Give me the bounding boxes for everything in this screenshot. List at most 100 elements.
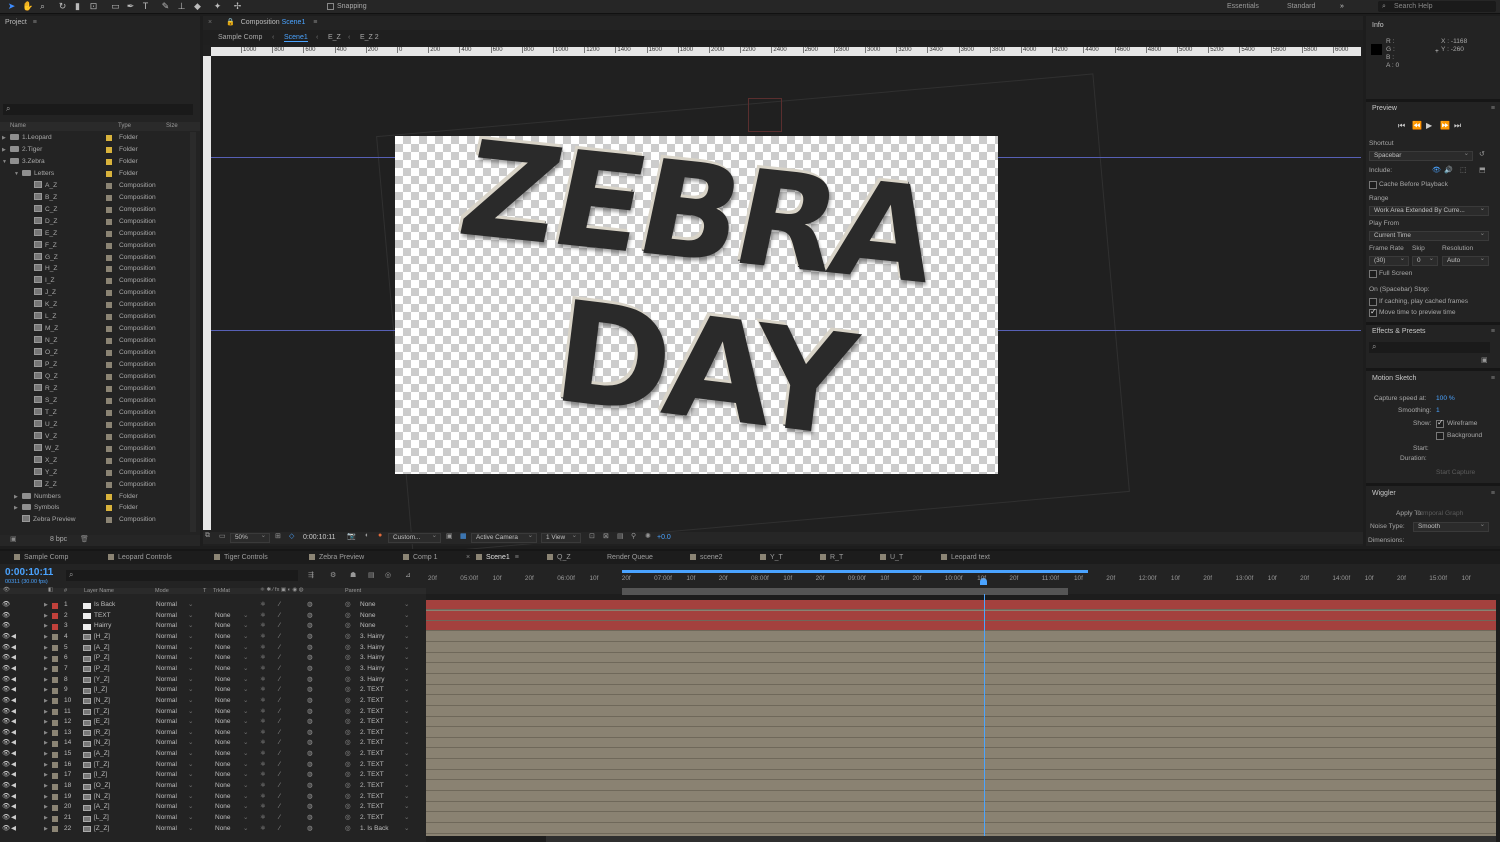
new-preset-icon[interactable]: ▣ <box>1481 356 1488 364</box>
layer-name[interactable]: Is Back <box>94 600 115 611</box>
chevron-down-icon[interactable]: ⌄ <box>404 781 409 792</box>
parent-dropdown[interactable]: 2. TEXT <box>360 749 384 760</box>
parent-pickwhip-icon[interactable]: ◎ <box>345 792 351 803</box>
layer-name[interactable]: [N_Z] <box>94 738 110 749</box>
layer-mode-dropdown[interactable]: Normal <box>156 675 177 686</box>
visibility-eye-icon[interactable]: 👁 <box>2 696 10 707</box>
shy-switch-icon[interactable]: ⚛ <box>260 824 266 835</box>
expand-layer-icon[interactable]: ▶ <box>44 707 48 718</box>
chevron-down-icon[interactable]: ⌄ <box>404 653 409 664</box>
parent-pickwhip-icon[interactable]: ◎ <box>345 600 351 611</box>
layer-row[interactable]: 👁 ◀ ▶ 17 [I_Z] Normal ⌄ None ⌄ ⚛ ⁄ ◍ ◎ 2. TEXT ⌄ <box>0 770 426 781</box>
project-item[interactable]: R_Z Composition <box>0 383 188 395</box>
parent-dropdown[interactable]: 3. Hairry <box>360 664 385 675</box>
trkmat-dropdown[interactable]: None <box>215 707 231 718</box>
label-color-swatch[interactable] <box>106 242 112 249</box>
parent-dropdown[interactable]: 2. TEXT <box>360 770 384 781</box>
chevron-down-icon[interactable]: ⌄ <box>404 824 409 835</box>
mask-visibility-icon[interactable]: ◇ <box>289 532 294 540</box>
collapse-switch-icon[interactable]: ◍ <box>307 738 313 749</box>
label-color-swatch[interactable] <box>106 182 112 189</box>
quality-switch-icon[interactable]: ⁄ <box>279 675 280 686</box>
parent-pickwhip-icon[interactable]: ◎ <box>345 717 351 728</box>
layer-name[interactable]: [I_Z] <box>94 770 107 781</box>
shy-switch-icon[interactable]: ⚛ <box>260 770 266 781</box>
layer-name[interactable]: [H_Z] <box>94 632 110 643</box>
layer-track-bar[interactable] <box>426 791 1496 802</box>
parent-pickwhip-icon[interactable]: ◎ <box>345 781 351 792</box>
label-color-swatch[interactable] <box>106 493 112 500</box>
collapse-switch-icon[interactable]: ◍ <box>307 653 313 664</box>
reset-icon[interactable]: ↺ <box>1479 150 1485 158</box>
quality-switch-icon[interactable]: ⁄ <box>279 738 280 749</box>
disclosure-triangle-icon[interactable]: ▶ <box>14 491 18 503</box>
layer-label-color[interactable] <box>52 698 58 705</box>
panel-menu-icon[interactable]: ≡ <box>1491 375 1495 382</box>
label-color-swatch[interactable] <box>106 338 112 345</box>
shy-switch-icon[interactable]: ⚛ <box>260 760 266 771</box>
chevron-down-icon[interactable]: ⌄ <box>188 653 193 664</box>
layer-track-bar[interactable] <box>426 621 1496 632</box>
composition-canvas[interactable]: ZEBRA DAY <box>395 136 998 474</box>
shy-switch-icon[interactable]: ⚛ <box>260 611 266 622</box>
expand-layer-icon[interactable]: ▶ <box>44 600 48 611</box>
expand-layer-icon[interactable]: ▶ <box>44 813 48 824</box>
resolution-dropdown[interactable]: Custom... <box>388 533 441 543</box>
project-item[interactable]: Y_Z Composition <box>0 467 188 479</box>
layer-name[interactable]: [A_Z] <box>94 643 110 654</box>
audio-icon[interactable]: ◀ <box>11 792 16 803</box>
chevron-down-icon[interactable]: ⌄ <box>243 813 248 824</box>
quality-switch-icon[interactable]: ⁄ <box>279 621 280 632</box>
chevron-down-icon[interactable]: ⌄ <box>243 792 248 803</box>
collapse-switch-icon[interactable]: ◍ <box>307 685 313 696</box>
hand-tool-icon[interactable]: ✋ <box>22 1 33 12</box>
layer-label-color[interactable] <box>52 666 58 673</box>
project-item[interactable]: P_Z Composition <box>0 359 188 371</box>
quality-switch-icon[interactable]: ⁄ <box>279 632 280 643</box>
chevron-down-icon[interactable]: ⌄ <box>188 824 193 835</box>
timeline-tab[interactable]: Q_Z <box>547 554 571 561</box>
chevron-down-icon[interactable]: ⌄ <box>404 600 409 611</box>
collapse-switch-icon[interactable]: ◍ <box>307 749 313 760</box>
chevron-down-icon[interactable]: ⌄ <box>243 611 248 622</box>
quality-switch-icon[interactable]: ⁄ <box>279 760 280 771</box>
layer-mode-dropdown[interactable]: Normal <box>156 738 177 749</box>
layer-name[interactable]: [T_Z] <box>94 760 109 771</box>
trkmat-dropdown[interactable]: None <box>215 760 231 771</box>
disclosure-triangle-icon[interactable]: ▶ <box>14 502 18 514</box>
chevron-down-icon[interactable]: ⌄ <box>188 675 193 686</box>
layer-track-bar[interactable] <box>426 695 1496 706</box>
flowchart-icon[interactable]: ⚲ <box>631 532 636 540</box>
close-tab-icon[interactable]: × <box>208 19 212 26</box>
disclosure-triangle-icon[interactable]: ▼ <box>14 168 19 180</box>
quality-switch-icon[interactable]: ⁄ <box>279 717 280 728</box>
project-item[interactable]: F_Z Composition <box>0 240 188 252</box>
parent-dropdown[interactable]: 3. Hairry <box>360 675 385 686</box>
visibility-eye-icon[interactable]: 👁 <box>2 600 10 611</box>
trkmat-dropdown[interactable]: None <box>215 802 231 813</box>
quality-switch-icon[interactable]: ⁄ <box>279 728 280 739</box>
layer-track-bar[interactable] <box>426 717 1496 728</box>
parent-pickwhip-icon[interactable]: ◎ <box>345 696 351 707</box>
visibility-eye-icon[interactable]: 👁 <box>2 685 10 696</box>
parent-dropdown[interactable]: None <box>360 600 376 611</box>
project-item[interactable]: L_Z Composition <box>0 311 188 323</box>
expand-layer-icon[interactable]: ▶ <box>44 675 48 686</box>
timeline-scroll-thumb[interactable] <box>546 836 1496 842</box>
pan-behind-tool-icon[interactable]: ⊡ <box>88 1 99 12</box>
panel-menu-icon[interactable]: ≡ <box>515 554 519 561</box>
parent-dropdown[interactable]: 2. TEXT <box>360 728 384 739</box>
label-color-swatch[interactable] <box>106 326 112 333</box>
label-color-swatch[interactable] <box>106 350 112 357</box>
chevron-down-icon[interactable]: ⌄ <box>404 611 409 622</box>
parent-dropdown[interactable]: 2. TEXT <box>360 813 384 824</box>
layer-label-color[interactable] <box>52 613 58 620</box>
shortcut-dropdown[interactable]: Spacebar <box>1369 151 1473 161</box>
chevron-down-icon[interactable]: ⌄ <box>404 696 409 707</box>
layer-label-color[interactable] <box>52 709 58 715</box>
chevron-down-icon[interactable]: ⌄ <box>188 813 193 824</box>
shy-switch-icon[interactable]: ⚛ <box>260 738 266 749</box>
collapse-switch-icon[interactable]: ◍ <box>307 717 313 728</box>
parent-pickwhip-icon[interactable]: ◎ <box>345 707 351 718</box>
shy-switch-icon[interactable]: ⚛ <box>260 707 266 718</box>
